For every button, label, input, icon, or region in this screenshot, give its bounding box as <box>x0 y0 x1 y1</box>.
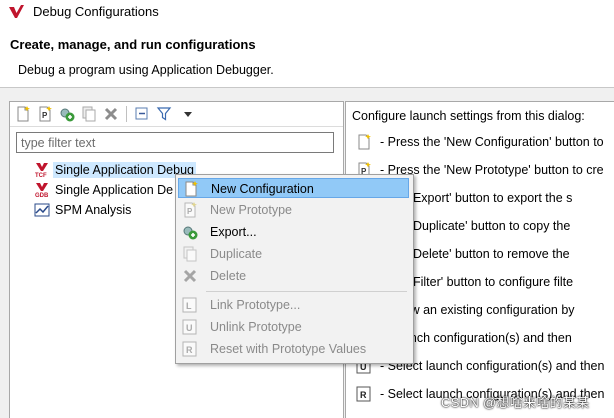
duplicate-icon[interactable] <box>81 106 97 122</box>
svg-text:R: R <box>360 390 367 400</box>
menu-item-label: Reset with Prototype Values <box>210 342 367 356</box>
menu-item-new-configuration[interactable]: New Configuration <box>178 178 409 198</box>
svg-text:GDB: GDB <box>35 193 49 198</box>
menu-item-label: New Configuration <box>211 182 314 196</box>
svg-text:U: U <box>186 323 193 333</box>
help-line: - Press the 'New Configuration' button t… <box>356 133 604 151</box>
help-line-text: - Press the 'New Configuration' button t… <box>380 135 604 149</box>
tree-item-spm-analysis[interactable]: SPM Analysis <box>34 200 131 220</box>
svg-text:P: P <box>187 207 193 216</box>
reset-prototype-icon: R <box>356 386 371 402</box>
menu-item-link-prototype[interactable]: L Link Prototype... <box>178 295 409 315</box>
menu-item-label: New Prototype <box>210 203 292 217</box>
dialog-header: Create, manage, and run configurations D… <box>0 24 614 88</box>
menu-item-label: Unlink Prototype <box>210 320 302 334</box>
view-menu-icon[interactable] <box>180 106 196 122</box>
context-menu: New Configuration P New Prototype Export… <box>175 174 414 364</box>
menu-item-label: Link Prototype... <box>210 298 301 312</box>
menu-item-reset-with-prototype-values[interactable]: R Reset with Prototype Values <box>178 339 409 359</box>
menu-item-label: Delete <box>210 269 247 283</box>
menu-item-label: Export... <box>210 225 257 239</box>
tree-item-label: SPM Analysis <box>55 203 132 217</box>
title-bar: Debug Configurations <box>0 0 614 24</box>
filter-input[interactable] <box>17 133 333 152</box>
toolbar-separator <box>126 106 127 122</box>
new-prototype-icon[interactable]: P <box>37 106 53 122</box>
window-title: Debug Configurations <box>33 4 159 19</box>
menu-item-label: Duplicate <box>210 247 263 261</box>
menu-item-delete[interactable]: Delete <box>178 266 409 286</box>
tree-item-single-application-debug-gdb[interactable]: GDB Single Application De <box>34 180 173 200</box>
duplicate-icon <box>183 246 197 262</box>
delete-icon <box>183 269 197 283</box>
menu-item-export[interactable]: Export... <box>178 222 409 242</box>
export-icon[interactable] <box>59 106 75 122</box>
menu-separator <box>206 291 407 292</box>
menu-item-unlink-prototype[interactable]: U Unlink Prototype <box>178 317 409 337</box>
reset-prototype-icon: R <box>182 341 197 357</box>
svg-text:R: R <box>186 345 193 355</box>
help-heading: Configure launch settings from this dial… <box>352 109 585 123</box>
filter-icon[interactable] <box>156 106 172 122</box>
dialog-subtitle: Debug a program using Application Debugg… <box>18 63 274 77</box>
dialog-title: Create, manage, and run configurations <box>10 37 256 52</box>
new-prototype-icon: P <box>184 202 197 218</box>
gdb-launch-icon: GDB <box>35 183 49 198</box>
menu-item-new-prototype[interactable]: P New Prototype <box>178 200 409 220</box>
new-configuration-icon <box>185 181 198 197</box>
svg-text:TCF: TCF <box>35 173 47 178</box>
filter-field[interactable] <box>16 132 334 153</box>
collapse-all-icon[interactable] <box>134 106 150 122</box>
app-logo-icon <box>9 5 24 18</box>
delete-icon[interactable] <box>103 106 119 122</box>
menu-item-duplicate[interactable]: Duplicate <box>178 244 409 264</box>
svg-text:L: L <box>186 301 192 311</box>
tree-item-single-application-debug[interactable]: TCF Single Application Debug <box>34 160 196 180</box>
export-icon <box>183 226 198 240</box>
configurations-toolbar: P <box>10 102 343 127</box>
tree-item-label: Single Application De <box>55 183 174 197</box>
tcf-launch-icon: TCF <box>35 163 48 178</box>
link-prototype-icon: L <box>182 297 197 313</box>
watermark: CSDN @想啥来啥的某某 <box>441 395 590 410</box>
new-configuration-icon <box>358 134 371 150</box>
svg-text:P: P <box>42 111 48 120</box>
chart-icon <box>34 203 50 217</box>
new-configuration-icon[interactable] <box>15 106 31 122</box>
unlink-prototype-icon: U <box>182 319 197 335</box>
